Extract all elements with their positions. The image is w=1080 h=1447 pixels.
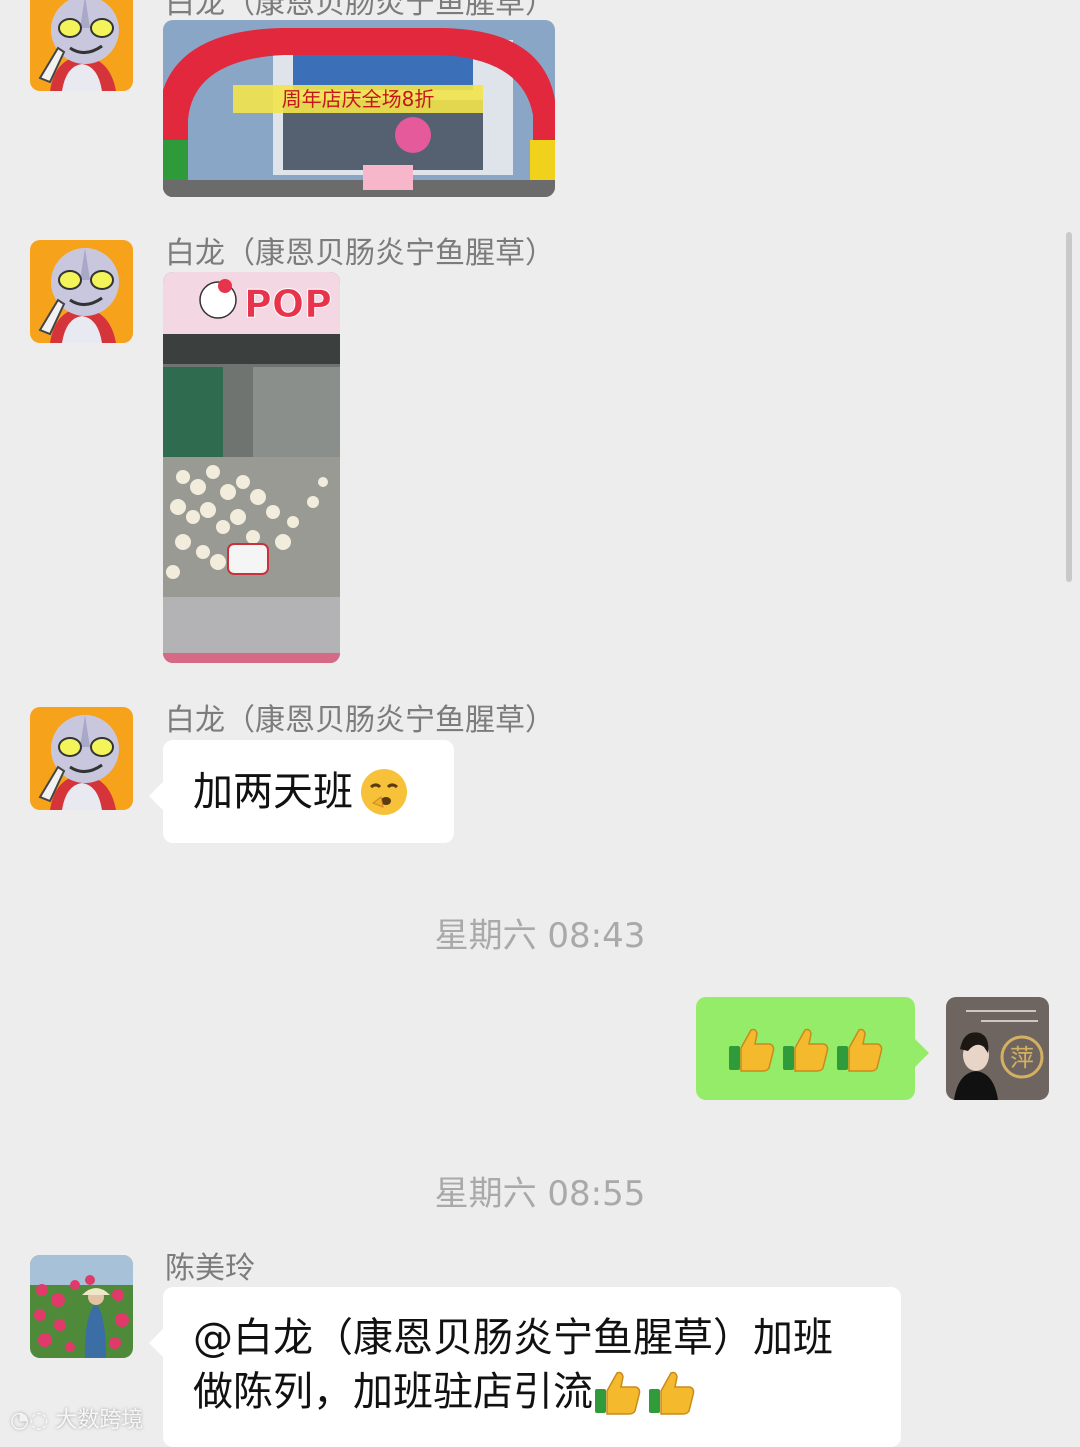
woman-portrait-avatar-icon: 萍	[946, 997, 1049, 1100]
thumbs-up-emoji-icon	[649, 1371, 695, 1415]
watermark-logo-icon: ◔◌	[10, 1408, 49, 1433]
message-bubble[interactable]: @白龙（康恩贝肠炎宁鱼腥草）加班 做陈列，加班驻店引流	[149, 1287, 901, 1447]
avatar-self[interactable]: 萍	[946, 997, 1049, 1100]
thumbs-up-emoji-icon	[782, 1028, 828, 1072]
sender-name: 白龙（康恩贝肠炎宁鱼腥草）	[165, 703, 555, 738]
popcorn-photo[interactable]: POP	[163, 272, 340, 663]
popcorn-machine-image: POP	[163, 272, 340, 663]
store-banner-text: 周年店庆全场8折	[282, 87, 435, 111]
thumbs-up-emoji-icon	[836, 1028, 882, 1072]
ultraman-avatar-icon	[30, 707, 133, 810]
scrollbar[interactable]	[1066, 232, 1072, 582]
my-message-bubble[interactable]	[696, 997, 929, 1100]
store-anniversary-image: 周年店庆全场8折	[163, 20, 555, 197]
message-text-line: 做陈列，加班驻店引流	[193, 1369, 593, 1415]
flower-garden-avatar-icon	[30, 1255, 133, 1358]
avatar-bailong[interactable]	[30, 707, 133, 810]
sender-name: 白龙（康恩贝肠炎宁鱼腥草）	[165, 236, 555, 271]
ultraman-avatar-icon	[30, 0, 133, 91]
timestamp: 星期六 08:55	[434, 1174, 646, 1214]
thumbs-up-emoji-icon	[595, 1371, 641, 1415]
avatar-chenmeiling[interactable]	[30, 1255, 133, 1358]
store-photo[interactable]: 周年店庆全场8折	[163, 20, 555, 197]
timestamp: 星期六 08:43	[434, 916, 646, 956]
message-text-line: @白龙（康恩贝肠炎宁鱼腥草）加班	[193, 1315, 833, 1361]
thumbs-up-emoji-icon	[728, 1028, 774, 1072]
hushed-face-emoji-icon	[361, 768, 407, 815]
ultraman-avatar-icon	[30, 240, 133, 343]
avatar-bailong[interactable]	[30, 0, 133, 91]
self-avatar-char: 萍	[1010, 1044, 1034, 1072]
sender-name: 白龙（康恩贝肠炎宁鱼腥草）	[165, 0, 555, 21]
sender-name: 陈美玲	[165, 1251, 255, 1286]
watermark: ◔◌ 大数跨境	[10, 1402, 143, 1434]
popcorn-banner-text: POP	[244, 282, 332, 326]
watermark-text: 大数跨境	[55, 1408, 144, 1433]
message-bubble[interactable]: 加两天班	[149, 740, 454, 843]
message-text: 加两天班	[193, 768, 353, 815]
avatar-bailong[interactable]	[30, 240, 133, 343]
